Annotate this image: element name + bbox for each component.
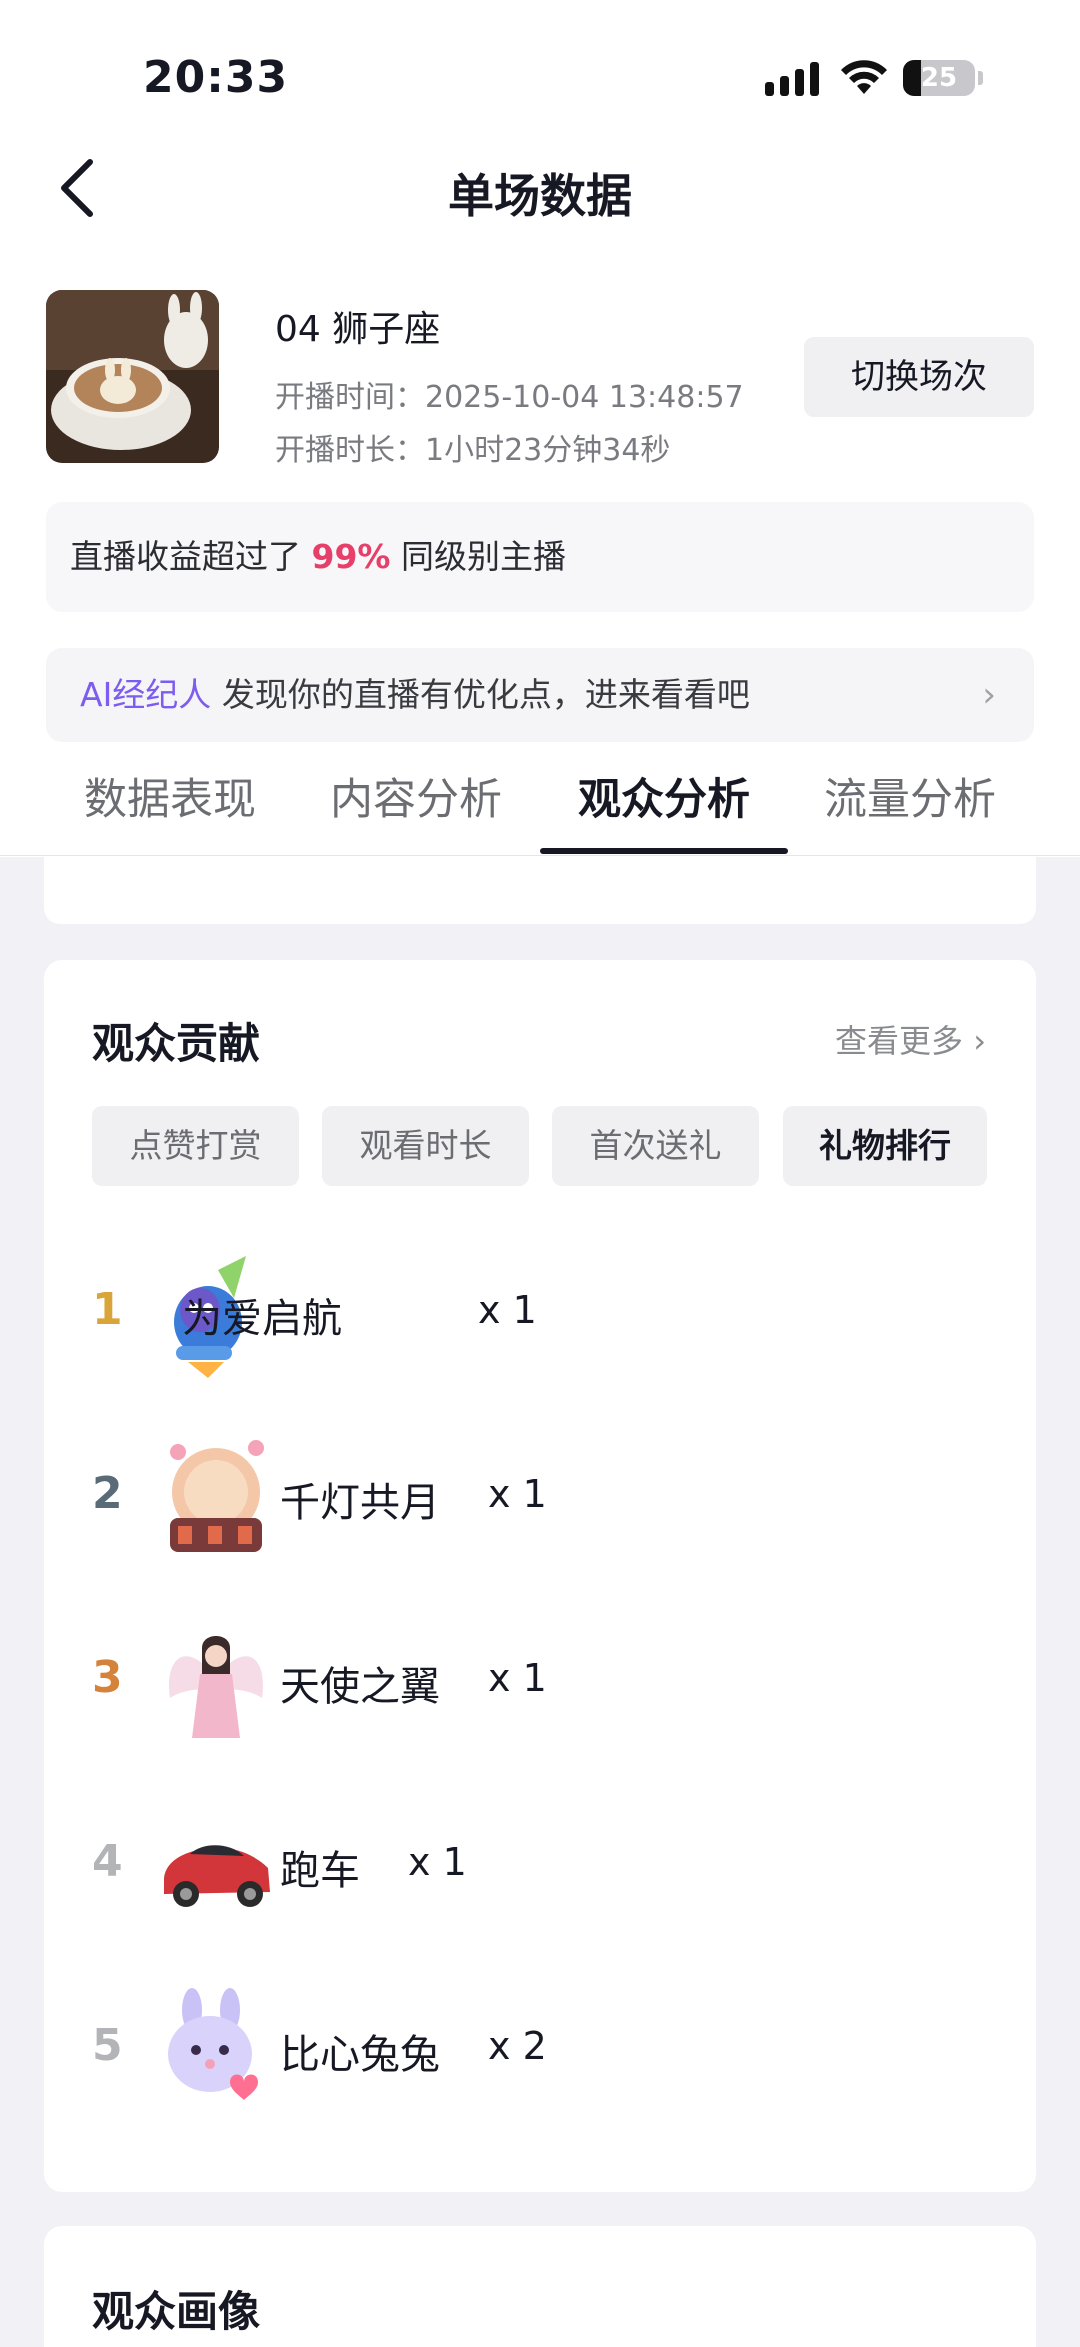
- gift-rank-row: 4 跑车 x 1: [44, 1786, 1036, 1946]
- earnings-ranking-banner: 直播收益超过了 99% 同级别主播: [46, 502, 1034, 612]
- gift-rank-row: 2 千灯共月 x 1: [44, 1418, 1036, 1578]
- chevron-right-icon: ›: [982, 675, 996, 715]
- tab-traffic-analysis[interactable]: 流量分析: [800, 760, 1020, 856]
- audience-portrait-card: 观众画像: [44, 2226, 1036, 2347]
- tab-audience-analysis[interactable]: 观众分析: [554, 760, 774, 856]
- gift-count: x 1: [488, 1656, 547, 1700]
- view-more-link[interactable]: 查看更多 ›: [835, 1016, 986, 1062]
- previous-card-bottom: [44, 857, 1036, 924]
- contribution-title: 观众贡献: [92, 1019, 261, 1068]
- filter-watch-time[interactable]: 观看时长: [322, 1106, 529, 1186]
- gift-angel-wings-icon: [169, 1636, 263, 1738]
- gift-rank-row: 1 为爱启航 x 1: [44, 1234, 1036, 1394]
- earnings-prefix: 直播收益超过了: [70, 537, 301, 576]
- active-tab-indicator: [540, 848, 788, 854]
- battery-tip: [978, 71, 983, 85]
- rank-number: 1: [92, 1284, 123, 1335]
- session-name: 04 狮子座: [275, 309, 441, 350]
- earnings-suffix: 同级别主播: [401, 537, 566, 576]
- gift-count: x 1: [408, 1840, 467, 1884]
- gift-sports-car-icon: [164, 1845, 270, 1907]
- gift-name: 跑车: [280, 1848, 360, 1894]
- gift-bunny-heart-icon: [168, 1988, 258, 2100]
- switch-session-button[interactable]: 切换场次: [804, 337, 1034, 417]
- rank-number: 3: [92, 1652, 123, 1703]
- status-time: 20:33: [143, 52, 289, 103]
- gift-count: x 1: [478, 1288, 537, 1332]
- gift-rank-row: 3 天使之翼 x 1: [44, 1602, 1036, 1762]
- tab-content-analysis[interactable]: 内容分析: [306, 760, 526, 856]
- tab-bar: 数据表现 内容分析 观众分析 流量分析: [0, 760, 1080, 856]
- gift-name: 为爱启航: [182, 1296, 342, 1342]
- gift-rank-row: 5 比心兔兔 x 2: [44, 1970, 1036, 2130]
- portrait-title: 观众画像: [92, 2287, 261, 2336]
- battery-level: 25: [920, 63, 958, 93]
- filter-gift-ranking[interactable]: 礼物排行: [783, 1106, 987, 1186]
- filter-first-gift[interactable]: 首次送礼: [552, 1106, 759, 1186]
- rank-number: 2: [92, 1468, 123, 1519]
- gift-name: 千灯共月: [280, 1480, 440, 1526]
- battery-icon: 25: [903, 60, 975, 96]
- page-title: 单场数据: [448, 169, 632, 223]
- earnings-percent: 99%: [311, 537, 391, 576]
- gift-lantern-moon-icon: [170, 1440, 264, 1552]
- gift-count: x 1: [488, 1472, 547, 1516]
- gift-count: x 2: [488, 2024, 547, 2068]
- gift-name: 比心兔兔: [280, 2032, 440, 2078]
- status-bar: 20:33 25: [0, 0, 1080, 140]
- ai-agent-name: AI经纪人: [80, 675, 212, 714]
- tab-data-performance[interactable]: 数据表现: [60, 760, 280, 856]
- view-more-label: 查看更多: [835, 1022, 964, 1060]
- chevron-right-icon: ›: [963, 1022, 986, 1060]
- audience-contribution-card: 观众贡献 查看更多 › 点赞打赏 观看时长 首次送礼 礼物排行 1 为爱启航 x…: [44, 960, 1036, 2192]
- session-start-time: 开播时间：2025-10-04 13:48:57: [275, 380, 744, 415]
- gift-name: 天使之翼: [280, 1664, 440, 1710]
- ai-agent-text: 发现你的直播有优化点，进来看看吧: [221, 675, 750, 714]
- session-cover-image[interactable]: [46, 290, 219, 463]
- signal-icon: [765, 60, 819, 96]
- wifi-icon: [841, 60, 887, 94]
- session-duration: 开播时长：1小时23分钟34秒: [275, 433, 671, 468]
- rank-number: 4: [92, 1836, 123, 1887]
- filter-likes-gifts[interactable]: 点赞打赏: [92, 1106, 299, 1186]
- ai-agent-banner[interactable]: AI经纪人 发现你的直播有优化点，进来看看吧 ›: [46, 648, 1034, 742]
- rank-number: 5: [92, 2020, 123, 2071]
